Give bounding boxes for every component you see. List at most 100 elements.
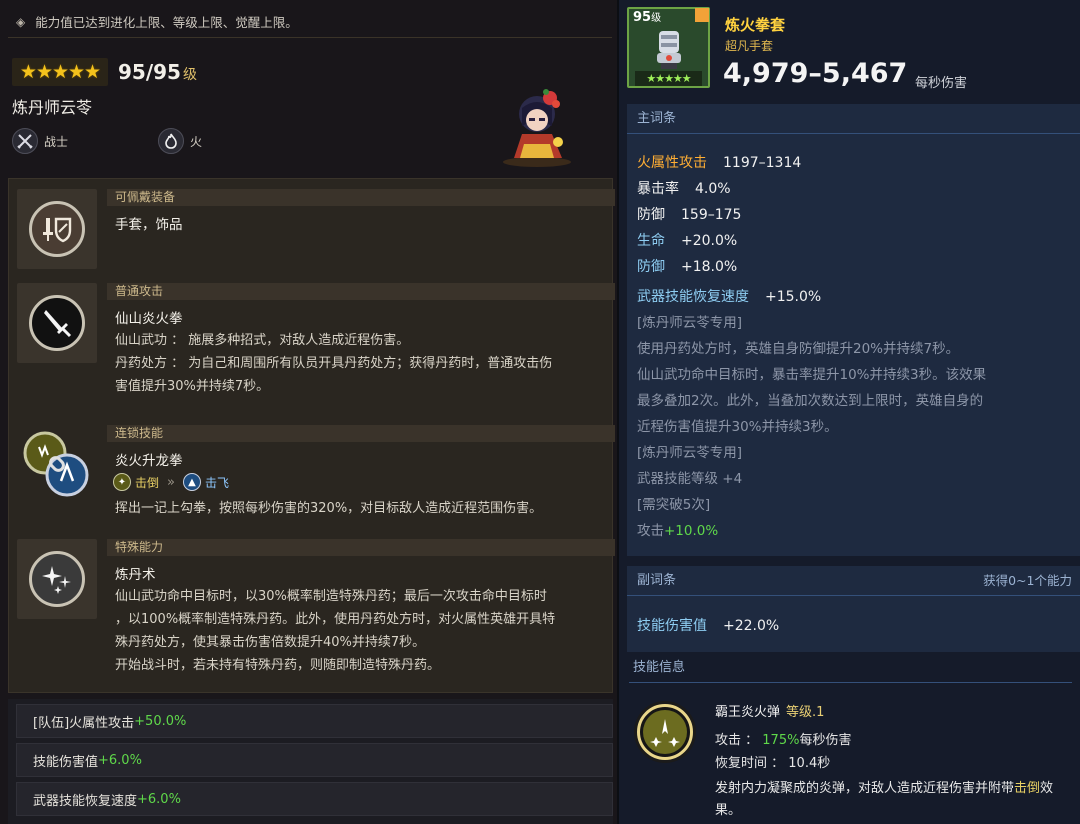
- weapon-skill-level: 等级.1: [786, 705, 825, 720]
- blast-icon: [650, 719, 680, 747]
- knockdown-tag: ✦ 击倒: [113, 473, 159, 491]
- hero-header: ★★★★★ 95/95 级 炼丹师云苓 战士 火: [12, 58, 612, 173]
- skill-title: 炼丹术: [115, 567, 156, 583]
- stat-line: 生命 +20.0%: [637, 230, 737, 250]
- weapon-skill-icon[interactable]: [637, 704, 693, 760]
- crossed-swords-icon: [12, 128, 38, 154]
- exclusive-desc-line: 近程伤害值提升30%并持续3秒。: [637, 419, 838, 435]
- skill-desc-line: 开始战斗时，若未持有特殊丹药，则随即制造特殊丹药。: [115, 658, 441, 673]
- weapon-skill-level: 武器技能等级 +4: [637, 471, 743, 487]
- skill-category: 普通攻击: [107, 283, 615, 300]
- stat-key: 防御: [637, 207, 665, 223]
- chain-tags: ✦ 击倒 » ▲ 击飞: [113, 473, 229, 491]
- exclusive-effect: [炼丹师云苓专用] 使用丹药处方时，英雄自身防御提升20%并持续7秒。 仙山武功…: [637, 310, 1077, 544]
- item-panel: 95级 ★★★★★ 炼火拳套 超凡手套 4,979–5,467 每秒伤害 主词条…: [617, 0, 1080, 824]
- skill-desc-line: ，以100%概率制造特殊丹药。此外，使用丹药处方时，对火属性英雄开具特: [115, 612, 556, 627]
- hero-panel: ◈ 能力值已达到进化上限、等级上限、觉醒上限。 ★★★★★ 95/95 级 炼丹师…: [0, 0, 617, 824]
- stat-line: 防御 +18.0%: [637, 256, 737, 276]
- special-ability-section: 特殊能力 炼丹术 仙山武功命中目标时，以30%概率制造特殊丹药；最后一次攻击命中…: [17, 539, 615, 689]
- notice-bar: ◈ 能力值已达到进化上限、等级上限、觉醒上限。: [8, 6, 612, 38]
- skill-category: 特殊能力: [107, 539, 615, 556]
- element-label: 火: [190, 134, 203, 149]
- skill-desc-line: 仙山武功 ： 施展多种招式，对敌人造成近程伤害。: [115, 333, 410, 348]
- bonus-row: 武器技能恢复速度 +6.0%: [16, 782, 613, 816]
- item-level-unit: 级: [651, 13, 662, 24]
- normal-attack-section: 普通攻击 仙山炎火拳 仙山武功 ： 施展多种招式，对敌人造成近程伤害。 丹药处方…: [17, 283, 615, 408]
- cooldown-label: 恢复时间 ：: [715, 756, 785, 771]
- skill-title: 手套，饰品: [115, 217, 183, 233]
- bonus-row: 技能伤害值 +6.0%: [16, 743, 613, 777]
- bonus-label: 技能伤害值: [33, 754, 99, 770]
- item-icon[interactable]: 95级 ★★★★★: [627, 7, 710, 88]
- attack-value: 175%: [762, 733, 800, 748]
- bonus-value: +6.0%: [98, 752, 142, 768]
- exclusive-desc-line: 最多叠加2次。此外，当叠加次数达到上限时，英雄自身的: [637, 393, 984, 409]
- normal-attack-icon-box: [17, 283, 97, 363]
- attack-suffix: 每秒伤害: [799, 733, 852, 748]
- sword-icon: [29, 295, 85, 351]
- main-stats-box: 主词条 火属性攻击 1197–1314 暴击率 4.0% 防御 159–175 生命 +…: [627, 104, 1080, 556]
- notice-text: 能力值已达到进化上限、等级上限、觉醒上限。: [35, 15, 298, 30]
- sub-stats-title: 副词条: [637, 573, 677, 588]
- bonus-row: [队伍]火属性攻击 +50.0%: [16, 704, 613, 738]
- sub-stats-header: 副词条 获得0~1个能力: [627, 566, 1080, 596]
- desc-highlight: 击倒: [1014, 781, 1041, 796]
- chain-skill-section: 连锁技能 炎火升龙拳 ✦ 击倒 » ▲ 击飞 挥出一记上勾拳，按照每秒伤害的32…: [17, 425, 615, 525]
- chain-icon: [23, 431, 89, 497]
- hero-stars: ★★★★★: [12, 58, 108, 86]
- knockdown-label: 击倒: [135, 475, 160, 490]
- airborne-label: 击飞: [204, 475, 229, 490]
- skill-description: 仙山武功 ： 施展多种招式，对敌人造成近程伤害。 丹药处方 ： 为自己和周围所有…: [115, 329, 605, 398]
- knockdown-icon: ✦: [113, 473, 131, 491]
- bonus-value: +50.0%: [134, 713, 187, 729]
- element-attr: 火: [158, 128, 202, 154]
- exclusive-desc-line: 使用丹药处方时，英雄自身防御提升20%并持续7秒。: [637, 341, 960, 357]
- skill-desc-line: 丹药处方 ： 为自己和周围所有队员开具丹药处方；获得丹药时，普通攻击伤: [115, 356, 553, 371]
- star-rating: ★★★★★: [19, 61, 101, 83]
- weapon-skill-cooldown: 恢复时间 ： 10.4秒: [715, 752, 830, 771]
- bonus-list: [队伍]火属性攻击 +50.0% 技能伤害值 +6.0% 武器技能恢复速度 +6.0%: [8, 699, 613, 824]
- item-subtype: 超凡手套: [725, 39, 774, 53]
- fire-icon: [158, 128, 184, 154]
- stat-line: 暴击率 4.0%: [637, 178, 731, 198]
- stat-key: 技能伤害值: [637, 618, 707, 634]
- role-label: 战士: [44, 134, 69, 149]
- skill-desc-line: 害值提升30%并持续7秒。: [115, 379, 270, 394]
- stat-value: +18.0%: [681, 259, 738, 275]
- role-attr: 战士: [12, 128, 68, 154]
- stat-key: 暴击率: [637, 181, 679, 197]
- item-dps: 4,979–5,467: [723, 58, 908, 89]
- skill-list: 可佩戴装备 手套，饰品 普通攻击 仙山炎火拳 仙山武功 ： 施展多种招式，对敌人…: [8, 178, 615, 693]
- item-dps-label: 每秒伤害: [915, 76, 968, 91]
- attack-label: 攻击: [637, 523, 664, 539]
- stat-line: 武器技能恢复速度 +15.0%: [637, 286, 821, 306]
- bonus-label: [队伍]火属性攻击: [33, 715, 135, 731]
- stat-key: 武器技能恢复速度: [637, 289, 749, 305]
- exclusive-desc-line: 仙山武功命中目标时，暴击率提升10%并持续3秒。该效果: [637, 367, 987, 383]
- skill-desc-line: 挥出一记上勾拳，按照每秒伤害的320%，对目标敌人造成近程范围伤害。: [115, 501, 543, 516]
- item-level-value: 95: [633, 10, 652, 25]
- airborne-icon: ▲: [182, 473, 201, 491]
- item-level: 95级: [633, 9, 661, 25]
- skill-description: 挥出一记上勾拳，按照每秒伤害的320%，对目标敌人造成近程范围伤害。: [115, 497, 605, 520]
- corner-badge-icon: [695, 8, 709, 22]
- sparkle-icon: [29, 551, 85, 607]
- skill-desc-line: 殊丹药处方，使其暴击伤害倍数提升40%并持续7秒。: [115, 635, 426, 650]
- weapon-skill-title: 霸王炎火弹: [715, 705, 781, 720]
- hero-name: 炼丹师云苓: [12, 98, 93, 117]
- bonus-label: 武器技能恢复速度: [33, 793, 138, 809]
- main-stats-header: 主词条: [627, 104, 1080, 134]
- exclusive-title: [炼丹师云苓专用]: [637, 315, 743, 331]
- skill-info-header: 技能信息: [629, 655, 1072, 683]
- attack-bonus-line: 攻击+10.0%: [637, 518, 1077, 544]
- chain-skill-icon-box: [17, 425, 97, 505]
- airborne-tag: ▲ 击飞: [182, 473, 229, 491]
- gauntlet-icon: [657, 31, 681, 69]
- skill-category: 可佩戴装备: [107, 189, 615, 206]
- item-star-rating: ★★★★★: [635, 71, 702, 86]
- stat-line: 火属性攻击 1197–1314: [637, 152, 801, 172]
- breakthrough-requirement: [需突破5次]: [637, 497, 711, 513]
- stat-value: 1197–1314: [723, 155, 802, 171]
- sub-stats-box: 副词条 获得0~1个能力 技能伤害值 +22.0%: [627, 566, 1080, 652]
- exclusive-title: [炼丹师云苓专用]: [637, 445, 743, 461]
